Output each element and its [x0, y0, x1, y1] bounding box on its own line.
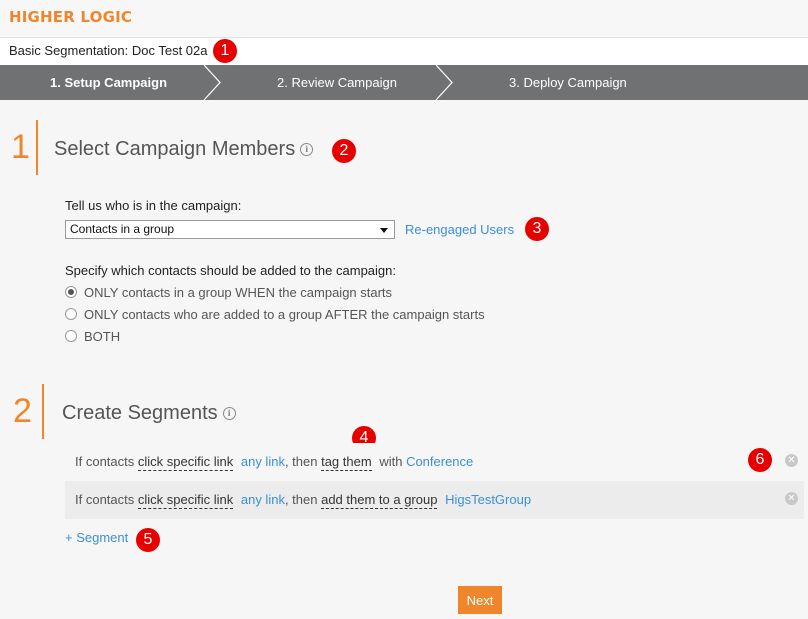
step-deploy-campaign[interactable]: 3. Deploy Campaign — [509, 65, 627, 100]
condition-dropdown[interactable]: click specific link — [137, 492, 234, 509]
segment-then: , then — [284, 492, 318, 507]
callout-badge-5: 5 — [136, 528, 160, 552]
callout-badge-1: 1 — [213, 39, 237, 63]
remove-segment-icon[interactable]: ✕ — [785, 492, 798, 505]
link-selector[interactable]: any link — [241, 454, 285, 469]
radio-button[interactable] — [65, 308, 77, 320]
higher-logic-logo[interactable]: HIGHER LOGIC — [9, 8, 132, 26]
section-2-title: Create Segments — [62, 402, 218, 424]
segment-then: , then — [284, 454, 318, 469]
group-link[interactable]: Re-engaged Users — [405, 222, 514, 237]
radio-option-when-starts[interactable]: ONLY contacts in a group WHEN the campai… — [65, 285, 392, 300]
campaign-members-select[interactable]: Contacts in a group — [65, 220, 395, 239]
section-2-divider — [42, 384, 44, 439]
top-bar: HIGHER LOGIC — [0, 0, 808, 38]
action-dropdown[interactable]: tag them — [321, 454, 372, 471]
campaign-title: Basic Segmentation: Doc Test 02a — [9, 43, 208, 58]
link-selector[interactable]: any link — [241, 492, 285, 507]
section-1-divider — [36, 120, 38, 175]
section-1-title: Select Campaign Members — [54, 138, 296, 160]
segment-prefix: If contacts — [75, 454, 135, 469]
section-2-heading: Create Segments i — [62, 402, 236, 425]
step-review-campaign[interactable]: 2. Review Campaign — [277, 65, 397, 100]
segment-row: If contacts click specific link any link… — [65, 481, 804, 519]
action-dropdown[interactable]: add them to a group — [321, 492, 438, 509]
remove-segment-icon[interactable]: ✕ — [785, 454, 798, 467]
segment-connector: with — [379, 454, 403, 469]
dropdown-arrow-icon — [380, 228, 388, 233]
specify-label: Specify which contacts should be added t… — [65, 263, 396, 278]
select-value: Contacts in a group — [70, 222, 175, 236]
target-link[interactable]: Conference — [406, 454, 473, 469]
section-1-number: 1 — [11, 128, 30, 166]
section-2-number: 2 — [13, 392, 32, 430]
radio-button-checked[interactable] — [65, 286, 77, 298]
add-segment-link[interactable]: + Segment — [65, 530, 128, 545]
radio-button[interactable] — [65, 330, 77, 342]
section-1-heading: Select Campaign Members i — [54, 138, 314, 161]
info-icon[interactable]: i — [300, 143, 314, 157]
radio-label: ONLY contacts who are added to a group A… — [84, 307, 485, 322]
segment-row: If contacts click specific link any link… — [65, 443, 804, 481]
wizard-steps: 1. Setup Campaign 2. Review Campaign 3. … — [0, 65, 808, 100]
segment-prefix: If contacts — [75, 492, 135, 507]
condition-dropdown[interactable]: click specific link — [137, 454, 234, 471]
step-separator-icon — [203, 65, 221, 100]
who-label: Tell us who is in the campaign: — [65, 198, 242, 213]
radio-label: BOTH — [84, 329, 121, 344]
radio-label: ONLY contacts in a group WHEN the campai… — [84, 285, 393, 300]
step-setup-campaign[interactable]: 1. Setup Campaign — [50, 65, 167, 100]
callout-badge-3: 3 — [525, 217, 549, 241]
step-separator-icon — [435, 65, 453, 100]
next-button[interactable]: Next — [458, 586, 502, 614]
radio-option-both[interactable]: BOTH — [65, 329, 120, 344]
callout-badge-6: 6 — [748, 448, 772, 472]
target-link[interactable]: HigsTestGroup — [445, 492, 531, 507]
radio-option-after-starts[interactable]: ONLY contacts who are added to a group A… — [65, 307, 485, 322]
callout-badge-2: 2 — [332, 139, 356, 163]
info-icon[interactable]: i — [222, 407, 236, 421]
